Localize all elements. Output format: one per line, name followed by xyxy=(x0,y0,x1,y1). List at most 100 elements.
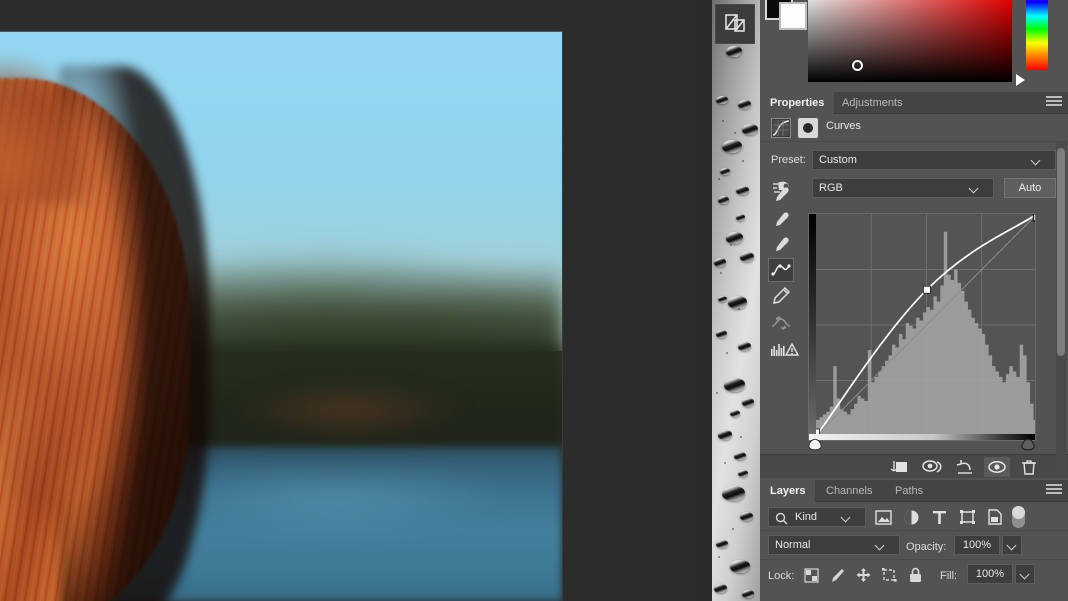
water-speck xyxy=(738,308,740,310)
layer-kind-filter[interactable]: Kind xyxy=(768,507,866,527)
water-droplet xyxy=(720,168,730,175)
layers-panel: Layers Channels Paths Kind Normal Opacit… xyxy=(760,480,1068,601)
chevron-down-icon xyxy=(1006,540,1017,551)
water-speck xyxy=(726,352,728,354)
hue-slider-marker[interactable] xyxy=(1016,74,1025,86)
adjustment-title: Curves xyxy=(826,120,861,132)
white-point-slider[interactable] xyxy=(1021,438,1035,451)
filter-shape-layers-icon[interactable] xyxy=(956,507,978,527)
water-speck xyxy=(722,120,724,122)
water-droplet xyxy=(738,470,748,477)
water-droplet xyxy=(718,430,732,440)
image-canvas[interactable] xyxy=(0,31,563,601)
chevron-down-icon xyxy=(840,512,851,523)
saturation-value-field[interactable] xyxy=(808,0,1012,82)
lock-transparent-pixels-icon[interactable] xyxy=(800,565,822,585)
curve-point-tool-icon[interactable] xyxy=(768,258,794,282)
blend-mode-value: Normal xyxy=(775,539,811,551)
water-speck xyxy=(730,244,732,246)
color-field-cursor[interactable] xyxy=(852,60,863,71)
set-gray-point-eyedropper-icon[interactable] xyxy=(768,208,794,232)
layers-tabbar: Layers Channels Paths xyxy=(760,480,1068,502)
color-picker-panel[interactable] xyxy=(760,0,1068,92)
input-level-sliders[interactable] xyxy=(808,438,1036,454)
preview-eye-icon[interactable] xyxy=(984,457,1010,477)
opacity-value[interactable]: 100% xyxy=(954,535,1000,555)
set-white-point-eyedropper-icon[interactable] xyxy=(768,233,794,257)
curves-icon[interactable] xyxy=(771,118,791,138)
clip-to-layer-icon[interactable] xyxy=(886,457,912,477)
preset-value: Custom xyxy=(819,154,857,166)
fill-stepper[interactable] xyxy=(1015,564,1035,584)
water-droplet xyxy=(726,46,742,57)
mask-icon[interactable] xyxy=(798,118,818,138)
panel-menu-icon[interactable] xyxy=(1046,484,1062,497)
water-droplet xyxy=(718,296,727,302)
tab-adjustments[interactable]: Adjustments xyxy=(832,92,913,114)
panel-menu-icon[interactable] xyxy=(1046,96,1062,109)
auto-button[interactable]: Auto xyxy=(1004,178,1056,198)
tab-properties[interactable]: Properties xyxy=(760,92,835,114)
water-droplet xyxy=(722,140,742,153)
filter-type-layers-icon[interactable] xyxy=(928,507,950,527)
preset-dropdown[interactable]: Custom xyxy=(812,150,1056,170)
lock-position-icon[interactable] xyxy=(852,565,874,585)
opacity-label: Opacity: xyxy=(906,541,947,553)
water-droplet xyxy=(742,124,758,135)
pencil-draw-curve-icon[interactable] xyxy=(768,284,794,308)
background-color-swatch[interactable] xyxy=(779,2,807,30)
water-speck xyxy=(718,178,720,180)
water-droplet xyxy=(718,196,729,204)
water-droplet xyxy=(736,214,745,221)
filter-enable-toggle[interactable] xyxy=(1012,506,1025,528)
tab-layers[interactable]: Layers xyxy=(760,480,816,502)
water-droplet xyxy=(728,296,747,309)
lock-artboard-icon[interactable] xyxy=(878,565,900,585)
curves-header: Curves xyxy=(760,114,1068,142)
water-droplet xyxy=(742,398,754,407)
channel-dropdown[interactable]: RGB xyxy=(812,178,994,198)
color-swatches[interactable] xyxy=(765,0,809,36)
properties-scrollbar[interactable] xyxy=(1056,142,1066,472)
smooth-curve-icon[interactable] xyxy=(768,311,794,335)
tab-paths[interactable]: Paths xyxy=(885,480,933,502)
water-droplet xyxy=(736,186,749,195)
lock-all-icon[interactable] xyxy=(904,565,926,585)
hue-slider[interactable] xyxy=(1026,0,1048,70)
histogram-warning-icon[interactable] xyxy=(768,337,802,361)
curves-plot-area[interactable] xyxy=(816,214,1035,434)
water-speck xyxy=(718,556,720,558)
scrollbar-thumb[interactable] xyxy=(1057,148,1065,356)
blend-mode-dropdown[interactable]: Normal xyxy=(768,535,900,555)
filter-adjustment-layers-icon[interactable] xyxy=(900,507,922,527)
toggle-layer-visibility-icon[interactable] xyxy=(920,457,946,477)
water-speck xyxy=(720,272,722,274)
fill-label: Fill: xyxy=(940,570,958,582)
lock-image-pixels-icon[interactable] xyxy=(826,565,848,585)
search-icon xyxy=(775,512,788,525)
filter-smart-object-icon[interactable] xyxy=(984,507,1006,527)
default-colors-icon[interactable] xyxy=(715,4,755,44)
document-area xyxy=(0,0,694,601)
curves-svg xyxy=(816,214,1035,434)
tab-channels[interactable]: Channels xyxy=(816,480,882,502)
fill-value[interactable]: 100% xyxy=(967,564,1013,584)
water-speck xyxy=(724,462,726,464)
chevron-down-icon xyxy=(874,540,885,551)
delete-adjustment-icon[interactable] xyxy=(1016,457,1042,477)
curves-tool-column xyxy=(768,183,800,388)
layer-filter-row: Kind xyxy=(760,502,1068,531)
filter-pixel-layers-icon[interactable] xyxy=(872,507,894,527)
curves-graph[interactable] xyxy=(808,213,1036,441)
chevron-down-icon xyxy=(968,183,979,194)
water-droplet xyxy=(724,378,745,392)
set-black-point-eyedropper-icon[interactable] xyxy=(768,183,794,207)
reset-adjustment-icon[interactable] xyxy=(952,457,978,477)
black-point-slider[interactable] xyxy=(808,438,822,451)
blend-opacity-row: Normal Opacity: 100% xyxy=(760,531,1068,560)
water-speck xyxy=(732,528,734,530)
opacity-stepper[interactable] xyxy=(1002,535,1022,555)
adjustment-bottom-toolbar xyxy=(760,454,1068,478)
chevron-down-icon xyxy=(1030,155,1041,166)
water-droplet xyxy=(714,584,727,593)
